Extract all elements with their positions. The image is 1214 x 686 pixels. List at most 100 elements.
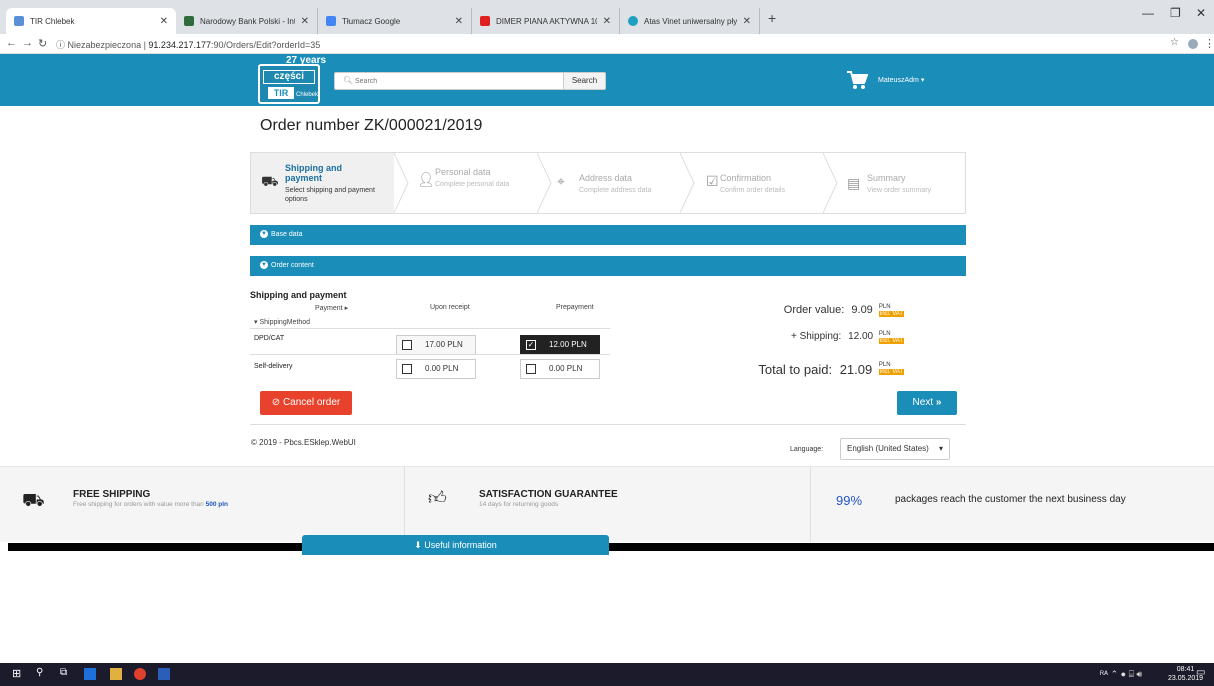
word-icon[interactable] bbox=[158, 668, 170, 680]
system-tray[interactable]: ᴿᴬ ⌃ ● ⌸ 🔊︎ bbox=[1100, 669, 1142, 680]
shipping-method: DPD/CAT bbox=[254, 335, 285, 342]
step-address-data[interactable]: ⌖ Address data Complete address data bbox=[553, 153, 696, 213]
maximize-icon[interactable]: ❐ bbox=[1170, 6, 1181, 20]
list-icon: ▤ bbox=[847, 175, 861, 191]
chrome-icon[interactable] bbox=[134, 668, 146, 680]
step-personal-data[interactable]: 👤︎ Personal data Complete personal data bbox=[409, 153, 552, 213]
shipping-method-header[interactable]: ▾ ShippingMethod bbox=[254, 318, 310, 326]
copyright: © 2019 - Pbcs.ESklep.WebUI bbox=[251, 438, 356, 447]
task-view-icon[interactable]: ⧉ bbox=[60, 667, 72, 679]
section-label: Base data bbox=[271, 231, 303, 238]
price: 17.00 PLN bbox=[425, 340, 463, 349]
total-row: Total to paid: 21.09 PLN incl. VAT bbox=[758, 362, 904, 377]
address-bar: ← → ↻ ⓘ Niezabezpieczona | 91.234.217.17… bbox=[0, 34, 1214, 54]
vat-badge: incl. VAT bbox=[878, 369, 904, 375]
currency: PLN bbox=[878, 331, 891, 337]
browser-tab[interactable]: DIMER PIANA AKTYWNA 10KG - ✕ bbox=[472, 8, 620, 34]
bookmark-star-icon[interactable]: ☆ bbox=[1170, 37, 1179, 48]
payment-header[interactable]: Payment ▸ bbox=[315, 304, 348, 312]
chevron-down-icon: ▼ bbox=[260, 261, 268, 270]
column-header: Prepayment bbox=[556, 304, 594, 311]
step-summary[interactable]: ▤ Summary View order summary bbox=[839, 153, 965, 213]
checkbox[interactable] bbox=[402, 340, 412, 350]
search-box: 🔍︎ Search bbox=[334, 72, 606, 90]
outlook-icon[interactable] bbox=[84, 668, 96, 680]
tab-favicon-icon bbox=[628, 16, 638, 26]
search-icon[interactable]: ⚲ bbox=[36, 667, 48, 679]
notifications-icon[interactable]: ▭ bbox=[1196, 667, 1208, 679]
browser-tab[interactable]: Tłumacz Google ✕ bbox=[318, 8, 472, 34]
price: 12.00 PLN bbox=[549, 340, 587, 349]
order-value: 9.09 bbox=[851, 304, 873, 316]
shipping-value: 12.00 bbox=[848, 331, 874, 342]
step-title: Personal data bbox=[435, 167, 491, 177]
forward-icon[interactable]: → bbox=[22, 37, 33, 49]
file-explorer-icon[interactable] bbox=[110, 668, 122, 680]
reload-icon[interactable]: ↻ bbox=[38, 37, 47, 50]
base-data-bar[interactable]: ▼ Base data bbox=[250, 225, 966, 245]
cancel-order-button[interactable]: ⊘ Cancel order bbox=[260, 391, 352, 415]
browser-tab[interactable]: Narodowy Bank Polski - Interne ✕ bbox=[176, 8, 318, 34]
url-path: :90/Orders/Edit?orderId=35 bbox=[210, 40, 321, 50]
next-button[interactable]: Next » bbox=[897, 391, 957, 415]
checkbox-checked[interactable]: ✓ bbox=[526, 340, 536, 350]
delivery-text: packages reach the customer the next bus… bbox=[895, 494, 1126, 505]
close-tab-icon[interactable]: ✕ bbox=[160, 16, 168, 27]
new-tab-button[interactable]: + bbox=[768, 10, 776, 26]
browser-tab[interactable]: Atas Vinet uniwersalny płyn do c ✕ bbox=[620, 8, 760, 34]
info-icon[interactable]: ⓘ bbox=[56, 40, 65, 50]
truck-icon: ⛟ bbox=[22, 490, 45, 510]
order-content-bar[interactable]: ▼ Order content bbox=[250, 256, 966, 276]
close-tab-icon[interactable]: ✕ bbox=[301, 16, 309, 27]
checkbox[interactable] bbox=[526, 364, 536, 374]
search-input[interactable] bbox=[355, 75, 555, 87]
browser-tab-active[interactable]: TIR Chlebek ✕ bbox=[6, 8, 176, 34]
search-button[interactable]: Search bbox=[563, 73, 605, 89]
useful-information-tab[interactable]: ⬇ Useful information bbox=[302, 535, 609, 555]
close-tab-icon[interactable]: ✕ bbox=[455, 16, 463, 27]
browser-menu-icon[interactable]: ⋮ bbox=[1204, 37, 1214, 50]
site-logo[interactable]: części TIR Chlebek bbox=[258, 64, 320, 104]
back-icon[interactable]: ← bbox=[6, 37, 17, 49]
step-arrow bbox=[394, 153, 409, 213]
close-tab-icon[interactable]: ✕ bbox=[743, 16, 751, 27]
useful-info-label: Useful information bbox=[424, 540, 497, 550]
url-field[interactable]: ⓘ Niezabezpieczona | 91.234.217.177:90/O… bbox=[56, 38, 320, 51]
truck-icon: ⛟ bbox=[261, 173, 279, 189]
checkbox[interactable] bbox=[402, 364, 412, 374]
divider bbox=[250, 424, 966, 425]
tab-favicon-icon bbox=[14, 16, 24, 26]
currency-badge: PLN incl. VAT bbox=[878, 331, 904, 344]
logo-text: części bbox=[263, 70, 315, 84]
user-menu[interactable]: MateuszAdm ▾ bbox=[878, 76, 924, 84]
close-tab-icon[interactable]: ✕ bbox=[603, 16, 611, 27]
option-self-prepayment[interactable]: 0.00 PLN bbox=[520, 359, 600, 379]
close-window-icon[interactable]: ✕ bbox=[1196, 6, 1206, 20]
price: 0.00 PLN bbox=[425, 364, 459, 373]
cart-icon[interactable] bbox=[846, 70, 868, 90]
step-description: Complete address data bbox=[579, 187, 652, 194]
language-select[interactable]: English (United States) ▾ bbox=[840, 438, 950, 460]
windows-start-icon[interactable]: ⊞ bbox=[12, 667, 24, 680]
step-title: Shipping and payment bbox=[285, 163, 342, 183]
option-dpd-prepayment[interactable]: ✓ 12.00 PLN bbox=[520, 335, 600, 355]
table-row: Self-delivery 0.00 PLN 0.00 PLN bbox=[250, 354, 610, 380]
tab-title: Tłumacz Google bbox=[342, 16, 401, 26]
tab-title: DIMER PIANA AKTYWNA 10KG - bbox=[496, 16, 597, 26]
minimize-icon[interactable]: — bbox=[1142, 6, 1154, 20]
option-self-upon-receipt[interactable]: 0.00 PLN bbox=[396, 359, 476, 379]
step-shipping-payment[interactable]: ⛟ Shipping and payment Select shipping a… bbox=[251, 153, 394, 213]
free-shipping-text: Free shipping for orders with value more… bbox=[73, 501, 204, 508]
option-dpd-upon-receipt[interactable]: 17.00 PLN bbox=[396, 335, 476, 355]
step-title: Address data bbox=[579, 173, 633, 183]
double-chevron-right-icon: » bbox=[935, 397, 942, 408]
profile-icon[interactable] bbox=[1188, 39, 1198, 49]
total-value: 21.09 bbox=[839, 362, 873, 377]
next-label: Next bbox=[912, 397, 934, 408]
free-shipping-amount: 500 pln bbox=[205, 501, 229, 508]
column-header: Upon receipt bbox=[430, 304, 470, 311]
tab-favicon-icon bbox=[184, 16, 194, 26]
divider bbox=[404, 467, 405, 543]
step-confirmation[interactable]: ☑ Confirmation Confirm order details bbox=[696, 153, 839, 213]
step-description: Confirm order details bbox=[720, 187, 785, 194]
